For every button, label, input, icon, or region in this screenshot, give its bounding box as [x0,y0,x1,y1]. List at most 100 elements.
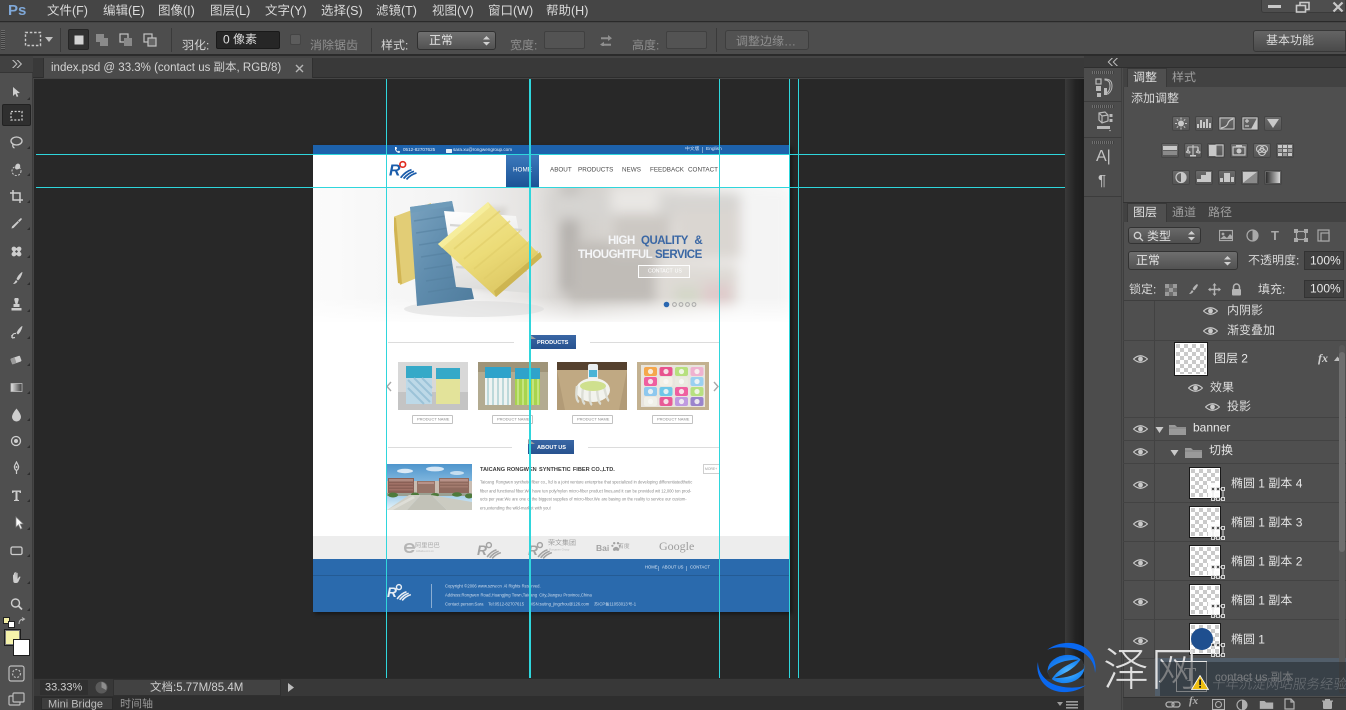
svg-text:NAME: NAME [438,416,450,421]
svg-text:PRODUCT: PRODUCT [577,416,597,421]
svg-text:CO.,LTD.: CO.,LTD. [591,467,615,473]
svg-text::5.77M/85.4M: :5.77M/85.4M [173,682,243,694]
svg-text:have: have [532,488,542,493]
svg-text:micro-fiber: micro-fiber [569,488,589,493]
svg-text:QUALITY: QUALITY [641,235,689,247]
svg-text:Mini: Mini [48,698,68,710]
svg-text:THOUGHTFUL: THOUGHTFUL [578,249,653,261]
svg-text:you!: you! [543,505,551,510]
svg-text:1: 1 [1258,515,1265,529]
svg-text:HIGH: HIGH [608,235,635,247]
svg-text:Al: Al [504,584,508,589]
svg-text:person:Sara: person:Sara [461,602,484,607]
svg-text:PRODUCT: PRODUCT [417,416,437,421]
svg-text:Copyright: Copyright [445,584,464,589]
svg-text:(S): (S) [346,4,363,18]
svg-text:ten: ten [542,488,548,493]
svg-text::: : [206,38,209,52]
svg-text:enterprise: enterprise [585,480,604,485]
svg-text:one: one [519,497,527,502]
svg-text:SERVICE: SERVICE [655,249,703,261]
svg-text:HOME: HOME [645,565,658,570]
svg-text:ABOUT: ABOUT [550,166,572,173]
svg-text:1: 1 [1258,476,1265,490]
svg-text:Group: Group [562,547,570,551]
svg-text:US: US [558,444,566,450]
svg-text:the: the [532,497,538,502]
svg-text:(H): (H) [571,4,588,18]
svg-text:(Y): (Y) [290,4,307,18]
svg-text:that: that [604,480,612,485]
svg-text:NAME: NAME [518,416,530,421]
svg-text:TAICANG: TAICANG [480,467,505,473]
svg-text:wild-market: wild-market [513,505,535,510]
svg-text:differentiatedthetic: differentiatedthetic [659,480,692,485]
svg-text:NAME: NAME [678,416,690,421]
svg-text:Address:Rongwen: Address:Rongwen [445,593,480,598]
svg-text:is: is [554,480,557,485]
svg-text:33.33%: 33.33% [45,681,83,693]
svg-text:with: with [535,505,543,510]
svg-text:ABOUT: ABOUT [537,444,557,450]
svg-text:per: per [489,497,496,502]
svg-text:developing: developing [638,480,659,485]
svg-text:www.szrw.cn: www.szrw.cn [478,584,503,589]
svg-text:specialized: specialized [612,480,633,485]
svg-text:lines,and: lines,and [604,488,621,493]
svg-text:sara.xu@rongwengroup.com: sara.xu@rongwengroup.com [453,147,512,152]
svg-text:MORE+: MORE+ [705,466,717,470]
svg-text:SYNTHETIC: SYNTHETIC [539,467,571,473]
svg-text:ton: ton [675,488,681,493]
svg-text::: : [1153,282,1156,296]
svg-text:CONTACT: CONTACT [690,565,710,570]
svg-text:Rights: Rights [509,584,521,589]
svg-text:US: US [678,565,684,570]
svg-text:RONGWEN: RONGWEN [507,467,537,473]
svg-text:0512-82707625: 0512-82707625 [403,147,436,152]
svg-text:Province,China: Province,China [563,593,592,598]
svg-text:2: 2 [1241,351,1248,365]
svg-text:1: 1 [1258,632,1265,646]
svg-text:(L): (L) [235,4,250,18]
svg-text:MSN:suting_jingzhou@126.com: MSN:suting_jingzhou@126.com [529,602,589,607]
svg-text:(I): (I) [183,4,195,18]
svg-text:ers,extending: ers,extending [480,505,505,510]
svg-text:ABOUT: ABOUT [662,565,677,570]
svg-text:co.,: co., [541,480,548,485]
svg-text::: : [534,38,537,52]
svg-text:poly/nylon: poly/nylon [549,488,568,493]
svg-text:FEEDBACK: FEEDBACK [650,166,685,173]
svg-text:(F): (F) [72,4,88,18]
svg-text:-1: -1 [632,602,636,607]
svg-text:be: be [633,488,638,493]
svg-text:PRODUCT: PRODUCT [657,416,677,421]
svg-text:basing: basing [609,497,622,502]
svg-text:0: 0 [223,32,230,46]
svg-text:100%: 100% [1310,281,1341,295]
svg-text:1: 1 [1258,554,1265,568]
svg-text:Contact: Contact [445,602,460,607]
svg-text:Rongwen: Rongwen [549,547,561,551]
svg-text:provided: provided [638,488,654,493]
svg-text:wit: wit [655,488,661,493]
svg-text:can: can [625,488,632,493]
svg-text:2: 2 [1296,554,1303,568]
svg-text:ltd: ltd [548,480,553,485]
svg-text:functional: functional [497,488,515,493]
svg-text:micro-fiber.We: micro-fiber.We [574,497,601,502]
svg-text:are: are [602,497,609,502]
svg-text:our: our [665,497,672,502]
svg-text:Bai: Bai [596,543,609,553]
svg-text:Rongwen: Rongwen [496,480,514,485]
svg-text:ICP: ICP [598,602,605,607]
svg-text:City,Jiangsu: City,Jiangsu [539,593,562,598]
svg-text:ucts: ucts [480,497,488,502]
svg-text:are: are [512,497,519,502]
svg-text:Taicang: Taicang [480,480,495,485]
svg-text:synthetic: synthetic [514,480,530,485]
svg-text:CONTACT: CONTACT [688,166,718,173]
svg-text:on: on [622,497,627,502]
svg-text:supplies: supplies [553,497,568,502]
svg-text::: : [1296,253,1299,267]
svg-text:NEWS: NEWS [622,166,641,173]
